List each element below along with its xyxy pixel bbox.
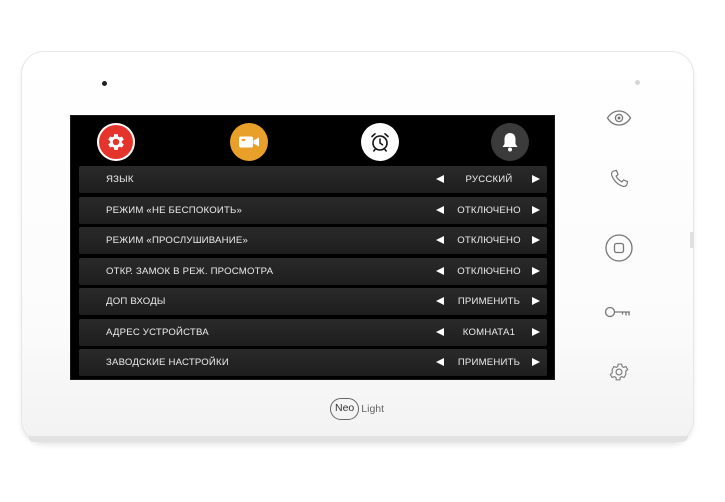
gear-icon xyxy=(108,134,124,150)
setting-row-language[interactable]: ЯЗЫК РУССКИЙ xyxy=(79,166,547,193)
arrow-right-icon[interactable] xyxy=(532,236,540,244)
menu-button[interactable] xyxy=(604,233,634,263)
setting-value: РУССКИЙ xyxy=(465,174,513,185)
settings-button[interactable] xyxy=(605,358,633,386)
eye-icon xyxy=(606,110,632,126)
square-button-icon xyxy=(605,234,633,262)
front-camera-dot xyxy=(102,81,107,86)
video-camera-icon xyxy=(239,136,259,148)
monitor-button[interactable] xyxy=(605,104,633,132)
setting-row-listening-mode[interactable]: РЕЖИМ «ПРОСЛУШИВАНИЕ» ОТКЛЮЧЕНО xyxy=(79,227,547,254)
setting-value: ОТКЛЮЧЕНО xyxy=(457,204,521,216)
arrow-left-icon[interactable] xyxy=(436,266,444,275)
arrow-right-icon[interactable] xyxy=(532,266,540,275)
setting-row-factory-reset[interactable]: ЗАВОДСКИЕ НАСТРОЙКИ ПРИМЕНИТЬ xyxy=(79,349,547,376)
setting-row-do-not-disturb[interactable]: РЕЖИМ «НЕ БЕСПОКОИТЬ» ОТКЛЮЧЕНО xyxy=(79,196,547,224)
arrow-left-icon[interactable] xyxy=(436,327,444,336)
tab-video[interactable] xyxy=(230,123,268,161)
device-bottom-edge xyxy=(28,436,688,442)
setting-value: КОМНАТА1 xyxy=(462,326,516,338)
setting-label: ЯЗЫК xyxy=(106,174,134,185)
tab-alarm[interactable] xyxy=(361,123,399,161)
setting-value: ОТКЛЮЧЕНО xyxy=(457,265,521,277)
tab-bar xyxy=(71,116,554,164)
setting-label: АДРЕС УСТРОЙСТВА xyxy=(106,326,209,338)
setting-label: ЗАВОДСКИЕ НАСТРОЙКИ xyxy=(106,357,229,368)
alarm-clock-icon xyxy=(371,133,389,152)
setting-label: РЕЖИМ «ПРОСЛУШИВАНИЕ» xyxy=(106,235,249,246)
display-screen: ЯЗЫК РУССКИЙ РЕЖИМ «НЕ БЕСПОКОИТЬ» ОТКЛЮ… xyxy=(70,115,555,380)
tab-settings[interactable] xyxy=(97,123,135,161)
unlock-button[interactable] xyxy=(603,298,633,326)
bell-icon xyxy=(502,133,518,152)
arrow-left-icon[interactable] xyxy=(436,205,444,214)
setting-label: ДОП ВХОДЫ xyxy=(106,296,166,307)
arrow-left-icon[interactable] xyxy=(436,297,444,305)
setting-value: ПРИМЕНИТЬ xyxy=(457,357,521,368)
arrow-left-icon[interactable] xyxy=(436,175,444,183)
arrow-left-icon[interactable] xyxy=(436,358,444,366)
brand-logo: Neo Light xyxy=(330,397,384,421)
phone-icon xyxy=(610,169,629,188)
setting-label: ОТКР. ЗАМОК В РЕЖ. ПРОСМОТРА xyxy=(106,265,274,277)
brand-name-left: Neo xyxy=(330,398,360,420)
call-button[interactable] xyxy=(605,165,633,193)
arrow-left-icon[interactable] xyxy=(436,236,444,244)
arrow-right-icon[interactable] xyxy=(532,205,540,214)
tab-bell[interactable] xyxy=(491,123,529,161)
setting-row-extra-inputs[interactable]: ДОП ВХОДЫ ПРИМЕНИТЬ xyxy=(79,288,547,315)
gear-icon xyxy=(609,363,629,381)
light-sensor-dot xyxy=(635,80,640,85)
setting-label: РЕЖИМ «НЕ БЕСПОКОИТЬ» xyxy=(106,204,243,216)
arrow-right-icon[interactable] xyxy=(532,175,540,183)
side-port xyxy=(690,232,694,248)
arrow-right-icon[interactable] xyxy=(532,358,540,366)
setting-value: ПРИМЕНИТЬ xyxy=(457,296,521,307)
arrow-right-icon[interactable] xyxy=(532,297,540,305)
setting-row-unlock-in-view[interactable]: ОТКР. ЗАМОК В РЕЖ. ПРОСМОТРА ОТКЛЮЧЕНО xyxy=(79,257,547,285)
brand-name-right: Light xyxy=(361,403,385,415)
setting-row-device-address[interactable]: АДРЕС УСТРОЙСТВА КОМНАТА1 xyxy=(79,318,547,346)
key-icon xyxy=(604,306,630,318)
arrow-right-icon[interactable] xyxy=(532,327,540,336)
setting-value: ОТКЛЮЧЕНО xyxy=(457,235,521,246)
